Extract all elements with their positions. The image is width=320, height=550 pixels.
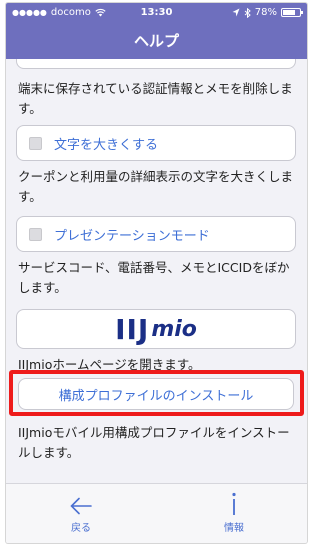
tab-bar: 戻る 情報 <box>6 483 307 543</box>
presentation-mode-label: プレゼンテーションモード <box>54 228 210 244</box>
clear-data-description: 端末に保存されている認証情報とメモを削除します。 <box>18 81 293 116</box>
large-text-checkbox[interactable] <box>29 136 42 150</box>
help-content[interactable]: 端末に保存されている認証情報とメモを削除します。 文字を大きくする クーポンと利… <box>6 59 307 483</box>
location-arrow-icon <box>232 8 240 17</box>
highlight-box <box>9 370 304 416</box>
presentation-mode-toggle[interactable]: プレゼンテーションモード <box>16 216 296 252</box>
back-tab[interactable]: 戻る <box>41 484 121 534</box>
phone-screen: ●●●●● docomo 13:30 78% ヘルプ 端末に保存されている認証情… <box>6 3 307 543</box>
nav-bar: ヘルプ <box>6 23 307 59</box>
install-profile-description: IIJmioモバイル用構成プロファイルをインストールします。 <box>18 425 290 460</box>
info-icon <box>232 492 236 515</box>
logo-mio: mio <box>151 316 197 342</box>
iijmio-homepage-button[interactable]: IIJ mio <box>16 309 296 349</box>
back-tab-label: 戻る <box>71 523 91 534</box>
iijmio-logo: IIJ mio <box>17 310 295 348</box>
presentation-mode-description: サービスコード、電話番号、メモとICCIDをぼかします。 <box>18 260 290 295</box>
back-arrow-icon <box>70 497 92 515</box>
info-tab-label: 情報 <box>224 523 244 534</box>
large-text-toggle[interactable]: 文字を大きくする <box>16 125 296 161</box>
large-text-label: 文字を大きくする <box>54 137 159 153</box>
page-title: ヘルプ <box>133 32 179 50</box>
status-bar: ●●●●● docomo 13:30 78% <box>6 3 307 23</box>
clear-data-button[interactable] <box>16 59 296 69</box>
logo-iij: IIJ <box>115 312 150 346</box>
info-tab[interactable]: 情報 <box>194 484 274 534</box>
bluetooth-icon <box>244 7 251 18</box>
battery-icon <box>281 8 303 17</box>
battery-percent: 78% <box>254 7 277 18</box>
large-text-description: クーポンと利用量の詳細表示の文字を大きくします。 <box>18 169 294 204</box>
presentation-mode-checkbox[interactable] <box>29 227 42 241</box>
